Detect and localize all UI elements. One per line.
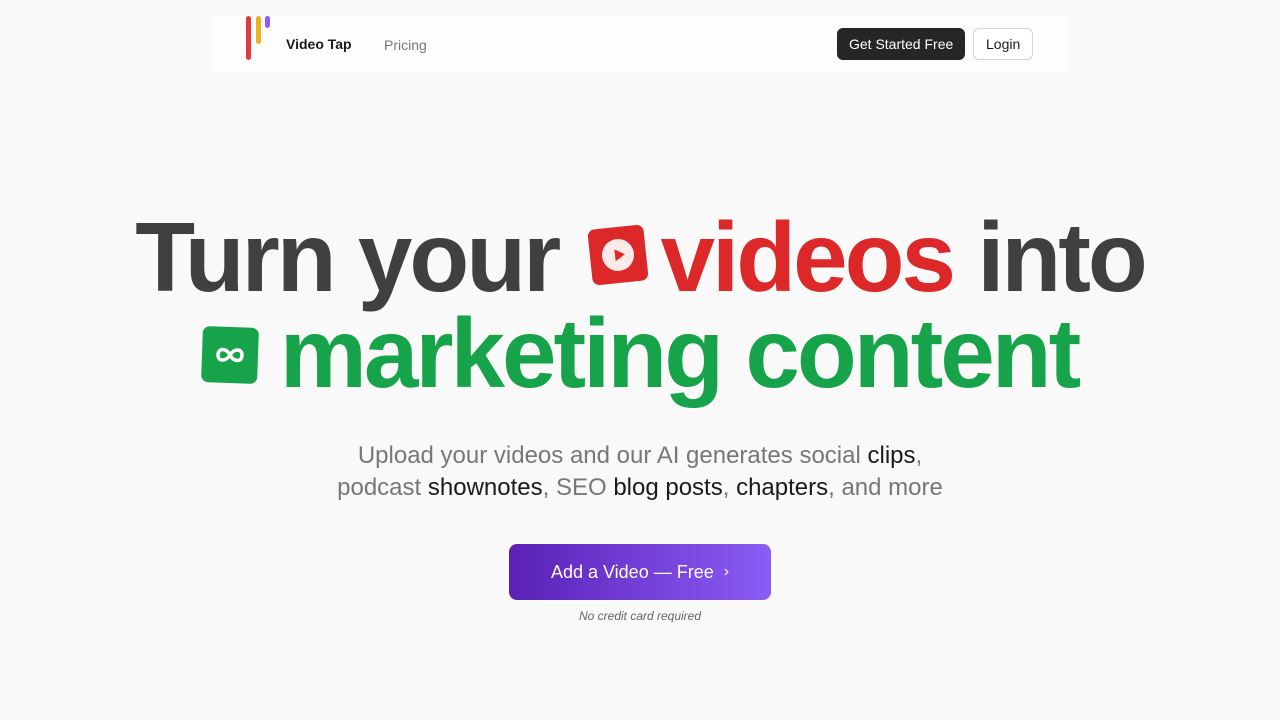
nav-link-pricing[interactable]: Pricing: [384, 37, 427, 53]
hero-headline-line2: marketing content: [0, 304, 1280, 402]
play-icon: [587, 224, 650, 286]
hero-headline-line1: Turn your videos into: [0, 208, 1280, 306]
subtitle-clips: clips: [867, 442, 916, 469]
video-tap-logo[interactable]: [246, 16, 272, 60]
logo-bar-red: [246, 16, 251, 60]
chevron-right-icon: ›: [723, 563, 730, 580]
hero-text-into: into: [977, 202, 1148, 312]
hero-text-turn-your: Turn your: [135, 202, 561, 312]
subtitle-text: , and more: [828, 474, 943, 501]
infinity-icon: [200, 326, 259, 385]
hero-subtitle-line2: podcast shownotes, SEO blog posts, chapt…: [0, 472, 1280, 504]
subtitle-blog-posts: blog posts: [613, 474, 723, 501]
subtitle-text: , SEO: [542, 474, 614, 501]
subtitle-text: Upload your videos and our AI generates …: [357, 442, 868, 469]
subtitle-comma: ,: [915, 442, 923, 469]
get-started-free-button[interactable]: Get Started Free: [837, 28, 966, 60]
logo-bar-yellow: [256, 16, 261, 44]
add-video-free-button[interactable]: Add a Video — Free ›: [509, 544, 771, 600]
subtitle-text: ,: [722, 474, 737, 501]
no-credit-card-note: No credit card required: [578, 609, 702, 623]
hero-text-videos: videos: [660, 202, 955, 312]
cta-label: Add a Video — Free: [550, 561, 714, 582]
subtitle-shownotes: shownotes: [427, 474, 543, 501]
logo-bar-purple: [265, 16, 270, 28]
subtitle-chapters: chapters: [736, 474, 829, 501]
subtitle-text: podcast: [337, 474, 428, 501]
hero-subtitle-line1: Upload your videos and our AI generates …: [0, 440, 1280, 472]
top-navbar: Video Tap Pricing Get Started Free Login: [212, 16, 1068, 72]
hero-text-marketing-content: marketing content: [279, 298, 1081, 408]
login-button[interactable]: Login: [973, 28, 1034, 60]
brand-name[interactable]: Video Tap: [286, 36, 352, 52]
